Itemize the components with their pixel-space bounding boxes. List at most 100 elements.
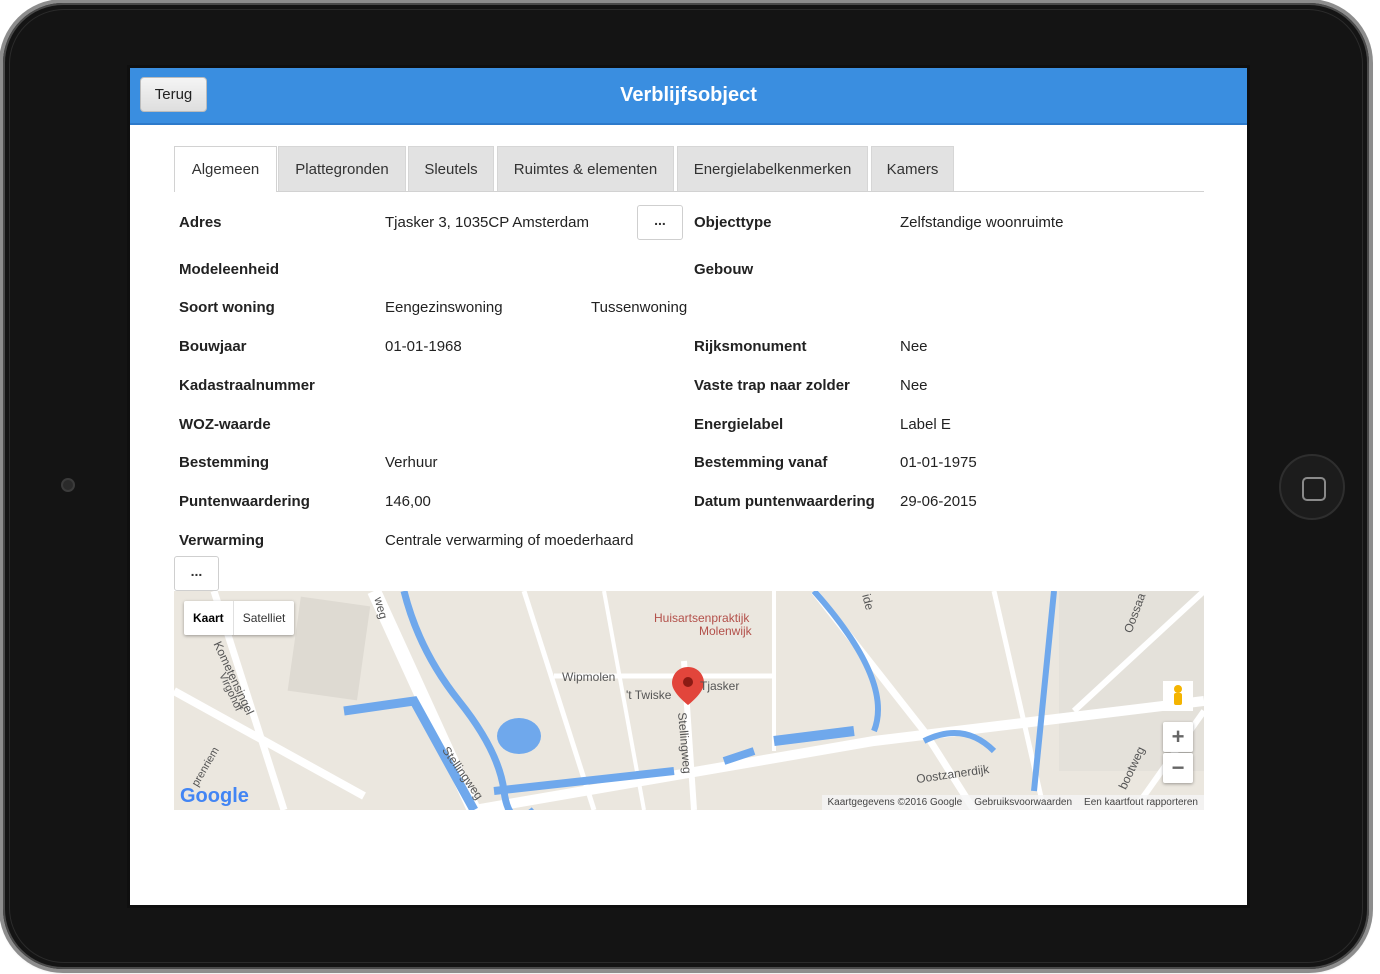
tab-algemeen[interactable]: Algemeen: [174, 146, 277, 192]
map-block: [287, 596, 371, 701]
back-button[interactable]: Terug: [140, 77, 207, 112]
rijksmonument-value: Nee: [900, 338, 928, 355]
map-data-credit: Kaartgegevens ©2016 Google: [827, 797, 963, 808]
woz-waarde-label: WOZ-waarde: [179, 416, 271, 433]
tab-kamers[interactable]: Kamers: [871, 146, 954, 191]
camera-icon: [61, 478, 75, 492]
map-label-oossaa: Oossaa: [1121, 591, 1149, 635]
map-canvas: [174, 591, 1204, 810]
map-road-main: [367, 591, 481, 810]
map-label-bootweg: bootweg: [1115, 744, 1148, 792]
page-title: Verblijfsobject: [620, 84, 757, 106]
kadastraalnummer-label: Kadastraalnummer: [179, 377, 315, 394]
energielabel-label: Energielabel: [694, 416, 784, 433]
energielabel-value: Label E: [900, 416, 951, 433]
tablet-frame: Verblijfsobject Terug Algemeen Plattegro…: [3, 3, 1369, 969]
google-logo-text: Google: [180, 785, 249, 807]
map-label-stellingweg: Stellingweg: [675, 711, 695, 775]
map-report-link[interactable]: Een kaartfout rapporteren: [1084, 795, 1198, 810]
map-label-ide: ide: [859, 592, 877, 612]
modeleenheid-label: Modeleenheid: [179, 261, 280, 278]
map-label-tjasker: Tjasker: [700, 679, 740, 693]
objecttype-value: Zelfstandige woonruimte: [900, 214, 1064, 231]
bestemming-label: Bestemming: [179, 454, 270, 471]
map-water: [400, 591, 534, 810]
app-header: Verblijfsobject Terug: [130, 68, 1247, 125]
bestemming-vanaf-label: Bestemming vanaf: [694, 454, 828, 471]
datum-puntenwaardering-label: Datum puntenwaardering: [694, 493, 875, 510]
map-pond: [497, 718, 541, 754]
map-water: [343, 696, 478, 810]
map-label-virgohof: Virgohof: [216, 670, 245, 714]
map-road: [174, 687, 366, 800]
map-label-kometensingel: Kometensingel: [210, 639, 257, 717]
tab-energielabelkenmerken[interactable]: Energielabelkenmerken: [677, 146, 868, 191]
map-attribution: Kaartgegevens ©2016 Google Gebruiksvoorw…: [821, 795, 1204, 810]
map-water: [922, 730, 997, 754]
google-logo: Google: [180, 785, 249, 808]
vaste-trap-label: Vaste trap naar zolder: [694, 377, 850, 394]
map-more-button[interactable]: ...: [174, 556, 219, 591]
map-type-switcher: Kaart Satelliet: [184, 601, 295, 635]
map-label-oostzanerdijk: Oostzanerdijk: [915, 761, 990, 787]
tab-bar: Algemeen Plattegronden Sleutels Ruimtes …: [174, 146, 1204, 192]
map-road-oostzanerdijk: [473, 696, 1204, 810]
adres-value: Tjasker 3, 1035CP Amsterdam: [385, 214, 589, 231]
bestemming-value: Verhuur: [385, 454, 438, 471]
map-water: [1031, 591, 1057, 792]
soort-woning-subvalue: Tussenwoning: [591, 299, 688, 316]
map-label-stellingweg-2: Stellingweg: [439, 743, 487, 803]
map-label-prenriem: prenriem: [189, 745, 222, 789]
map-road: [1071, 591, 1204, 714]
tab-plattegronden[interactable]: Plattegronden: [278, 146, 406, 191]
map-label-twiske: 't Twiske: [626, 688, 672, 702]
pegman-box: [1163, 681, 1193, 711]
adres-more-button[interactable]: ...: [637, 205, 683, 240]
bouwjaar-value: 01-01-1968: [385, 338, 462, 355]
tab-ruimtes-elementen[interactable]: Ruimtes & elementen: [497, 146, 674, 191]
datum-puntenwaardering-value: 29-06-2015: [900, 493, 977, 510]
map-road-stellingweg: [681, 660, 697, 810]
map-road: [521, 591, 597, 810]
map-water: [493, 767, 675, 795]
map-road: [811, 591, 977, 810]
app-screen: Verblijfsobject Terug Algemeen Plattegro…: [127, 65, 1250, 908]
soort-woning-value: Eengezinswoning: [385, 299, 503, 316]
map-type-kaart[interactable]: Kaart: [184, 601, 234, 635]
location-marker-icon: [672, 667, 704, 705]
soort-woning-label: Soort woning: [179, 299, 275, 316]
map-water: [773, 726, 855, 746]
verwarming-value: Centrale verwarming of moederhaard: [385, 532, 634, 549]
map-road-kometensingel: [210, 591, 288, 810]
map-label-wipmolen: Wipmolen: [562, 670, 616, 684]
verwarming-label: Verwarming: [179, 532, 265, 549]
zoom-in-button[interactable]: +: [1163, 722, 1193, 752]
tab-sleutels[interactable]: Sleutels: [408, 146, 494, 191]
map-block: [1059, 591, 1204, 771]
home-button[interactable]: [1279, 454, 1345, 520]
pegman-body: [1174, 693, 1182, 705]
puntenwaardering-label: Puntenwaardering: [179, 493, 310, 510]
pegman-icon: [1174, 685, 1182, 693]
map-road: [602, 591, 646, 810]
map-label-huisarts: Huisartsenpraktijk: [654, 611, 750, 625]
map-water: [722, 747, 756, 765]
map-label-weg: weg: [371, 595, 391, 621]
rijksmonument-label: Rijksmonument: [694, 338, 807, 355]
bouwjaar-label: Bouwjaar: [179, 338, 247, 355]
map-road-bootweg: [1131, 709, 1204, 810]
location-map[interactable]: Kaart Satelliet Huisartsenpraktijk Molen…: [174, 591, 1204, 810]
vaste-trap-value: Nee: [900, 377, 928, 394]
gebouw-label: Gebouw: [694, 261, 754, 278]
map-road: [991, 591, 1047, 810]
location-marker-dot: [683, 677, 693, 687]
objecttype-label: Objecttype: [694, 214, 772, 231]
bestemming-vanaf-value: 01-01-1975: [900, 454, 977, 471]
puntenwaardering-value: 146,00: [385, 493, 431, 510]
adres-label: Adres: [179, 214, 222, 231]
zoom-out-button[interactable]: −: [1163, 753, 1193, 783]
map-type-satelliet[interactable]: Satelliet: [234, 601, 295, 635]
map-label-molenwijk: Molenwijk: [699, 624, 752, 638]
map-water: [811, 591, 881, 733]
map-terms-link[interactable]: Gebruiksvoorwaarden: [974, 795, 1072, 810]
